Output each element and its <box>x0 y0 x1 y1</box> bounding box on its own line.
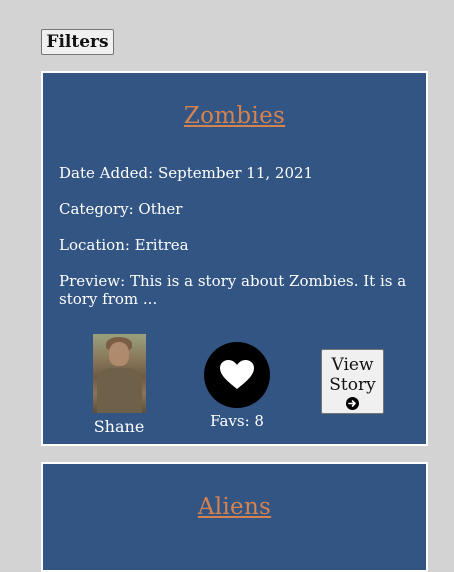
story-title-link[interactable]: Zombies <box>43 103 426 129</box>
story-preview: Preview: This is a story about Zombies. … <box>59 272 407 308</box>
favorite-count: Favs: 8 <box>210 412 264 430</box>
view-story-label-line2: Story <box>329 375 376 395</box>
favorite-section: Favs: 8 <box>202 342 272 430</box>
filters-button[interactable]: Filters <box>41 29 114 55</box>
author-name: Shane <box>93 417 145 436</box>
author-avatar[interactable] <box>92 334 146 413</box>
story-category: Category: Other <box>59 200 183 218</box>
heart-icon <box>220 360 254 389</box>
story-date-added: Date Added: September 11, 2021 <box>59 164 314 182</box>
view-story-label-line1: View <box>331 355 374 375</box>
view-story-button[interactable]: View Story <box>321 349 384 414</box>
favorite-button[interactable] <box>204 342 270 408</box>
story-title-link[interactable]: Aliens <box>43 494 426 520</box>
arrow-circle-right-icon <box>346 397 359 410</box>
story-location: Location: Eritrea <box>59 236 189 254</box>
story-author: Shane <box>89 334 149 436</box>
story-card: Zombies Date Added: September 11, 2021 C… <box>41 71 428 446</box>
